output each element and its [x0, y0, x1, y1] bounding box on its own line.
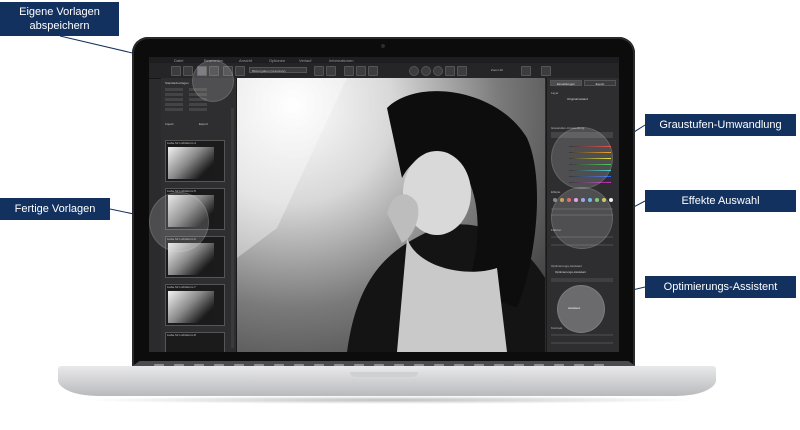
undo-icon[interactable] — [314, 66, 324, 76]
category-item[interactable] — [189, 108, 207, 111]
section-optimierung-title: Optimierungs-Assistent — [551, 264, 583, 268]
section-effekte-title: Effekte — [551, 190, 561, 194]
effect-dot[interactable] — [609, 198, 613, 202]
laptop-notch — [350, 372, 418, 377]
webcam — [381, 44, 385, 48]
template-thumbnail[interactable]: Liebe für Lichtstrom 4 — [165, 140, 225, 182]
template-preview-image — [168, 147, 214, 179]
optimizer-options[interactable] — [551, 278, 613, 282]
compare-icon[interactable] — [344, 66, 354, 76]
portrait-photo — [237, 78, 545, 352]
export-button[interactable]: Export — [199, 122, 208, 126]
callout-fertige-vorlagen: Fertige Vorlagen — [0, 198, 110, 220]
callout-eigene-vorlagen-line1: Eigene Vorlagen — [19, 6, 100, 18]
category-item[interactable] — [165, 98, 183, 101]
tab-einstellungen[interactable]: Einstellungen — [550, 80, 582, 86]
laptop-base — [58, 366, 716, 396]
split-view-icon[interactable] — [356, 66, 366, 76]
section-layer-title: Layer — [551, 91, 559, 95]
crop-icon[interactable] — [409, 66, 419, 76]
rotate-right-icon[interactable] — [433, 66, 443, 76]
brush-icon[interactable] — [457, 66, 467, 76]
rotate-left-icon[interactable] — [421, 66, 431, 76]
category-item[interactable] — [165, 108, 183, 111]
optimizer-select[interactable]: Optimierungs-Assistent — [555, 270, 586, 274]
category-item[interactable] — [165, 103, 183, 106]
layer-select[interactable]: Originalzustand — [567, 97, 588, 101]
section-kontrast-title: Kontrast — [551, 326, 563, 330]
callout-graustufen: Graustufen-Umwandlung — [645, 114, 796, 136]
template-panel-title: Standardvorlagen — [165, 81, 189, 85]
laptop-shadow — [80, 396, 700, 404]
template-thumbnail[interactable]: Liebe für Lichtstrom 7 — [165, 284, 225, 326]
template-thumbnail[interactable]: Liebe für Lichtstrom 8 — [165, 332, 225, 352]
laptop-screen: Datei Bearbeiten Ansicht Optionen Verlau… — [149, 57, 619, 352]
save-file-icon[interactable] — [183, 66, 193, 76]
export-icon[interactable] — [235, 66, 245, 76]
template-scrollbar[interactable] — [231, 108, 234, 348]
callout-eigene-vorlagen-line2: abspeichern — [29, 20, 90, 32]
template-label: Liebe für Lichtstrom 4 — [167, 141, 196, 145]
category-item[interactable] — [189, 103, 207, 106]
template-label: Liebe für Lichtstrom 7 — [167, 285, 196, 289]
highlight-templates — [149, 192, 209, 252]
category-item[interactable] — [165, 88, 183, 91]
zoom-in-icon[interactable] — [521, 66, 531, 76]
contrast-slider[interactable] — [551, 342, 613, 344]
import-button[interactable]: Import — [165, 122, 174, 126]
template-label: Liebe für Lichtstrom 8 — [167, 333, 196, 337]
zoom-readout: Zoom 20 — [491, 68, 503, 72]
preset-select[interactable]: Bildvorgaben (Graustufe) — [249, 67, 307, 73]
assistant-button[interactable]: Assistent — [568, 306, 580, 310]
contrast-slider[interactable] — [551, 334, 613, 336]
callout-effekte: Effekte Auswahl — [645, 190, 796, 212]
photo-canvas[interactable] — [237, 78, 545, 352]
fullscreen-icon[interactable] — [368, 66, 378, 76]
callout-optimierung: Optimierungs-Assistent — [645, 276, 796, 298]
highlight-graustufen — [551, 127, 613, 189]
warning-icon[interactable] — [445, 66, 455, 76]
tab-export[interactable]: Export — [584, 80, 616, 86]
highlight-save-template — [192, 60, 234, 102]
template-preview-image — [168, 291, 214, 323]
hand-tool-icon[interactable] — [541, 66, 551, 76]
highlight-effekte — [551, 187, 613, 249]
redo-icon[interactable] — [326, 66, 336, 76]
highlight-optimierung: Assistent — [557, 285, 605, 333]
open-file-icon[interactable] — [171, 66, 181, 76]
category-item[interactable] — [165, 93, 183, 96]
callout-eigene-vorlagen: Eigene Vorlagen abspeichern — [0, 2, 119, 36]
